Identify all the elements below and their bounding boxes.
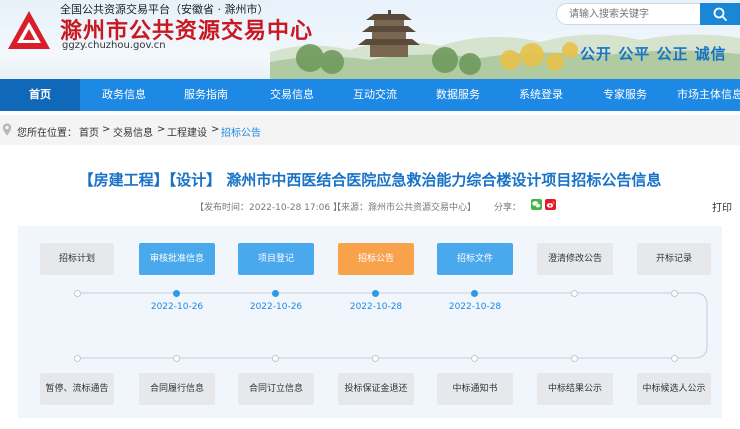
flow-step-top[interactable]: 澄清修改公告 [537, 243, 613, 275]
flow-node-dot [571, 355, 578, 362]
flow-step-bottom[interactable]: 合同履行信息 [139, 373, 215, 405]
flow-step-top[interactable]: 审核批准信息 [139, 243, 215, 275]
flow-node-dot [74, 355, 81, 362]
flow-step-bottom[interactable]: 投标保证金退还 [338, 373, 414, 405]
flow-step-top[interactable]: 招标计划 [40, 243, 114, 275]
flow-node-dot [671, 290, 678, 297]
flow-node-dot [372, 355, 379, 362]
flow-step-top[interactable]: 招标文件 [437, 243, 513, 275]
flow-step-bottom[interactable]: 合同订立信息 [238, 373, 314, 405]
flow-node-dot [74, 290, 81, 297]
page: 全国公共资源交易平台（安徽省 · 滁州市） 滁州市公共资源交易中心 ggzy.c… [0, 0, 740, 429]
flow-step-top[interactable]: 开标记录 [637, 243, 711, 275]
flow-step-date: 2022-10-26 [150, 302, 204, 312]
flow-step-date: 2022-10-26 [249, 302, 303, 312]
flow-node-dot [272, 355, 279, 362]
flow-node-dot [571, 290, 578, 297]
flow-step-date: 2022-10-28 [349, 302, 403, 312]
flow-node-dot [671, 355, 678, 362]
flow-node-dot [173, 290, 180, 297]
flow-node-dot [471, 290, 478, 297]
flow-step-bottom[interactable]: 暂停、流标通告 [40, 373, 114, 405]
flow-node-dot [471, 355, 478, 362]
flow-step-bottom[interactable]: 中标结果公示 [537, 373, 613, 405]
flow-node-dot [272, 290, 279, 297]
flow-node-dot [173, 355, 180, 362]
flow-node-dot [372, 290, 379, 297]
flow-step-bottom[interactable]: 中标候选人公示 [637, 373, 711, 405]
flow-connector-line [77, 292, 708, 359]
flow-step-top[interactable]: 招标公告 [338, 243, 414, 275]
flow-step-date: 2022-10-28 [448, 302, 502, 312]
flow-step-top[interactable]: 项目登记 [238, 243, 314, 275]
flow-step-bottom[interactable]: 中标通知书 [437, 373, 513, 405]
